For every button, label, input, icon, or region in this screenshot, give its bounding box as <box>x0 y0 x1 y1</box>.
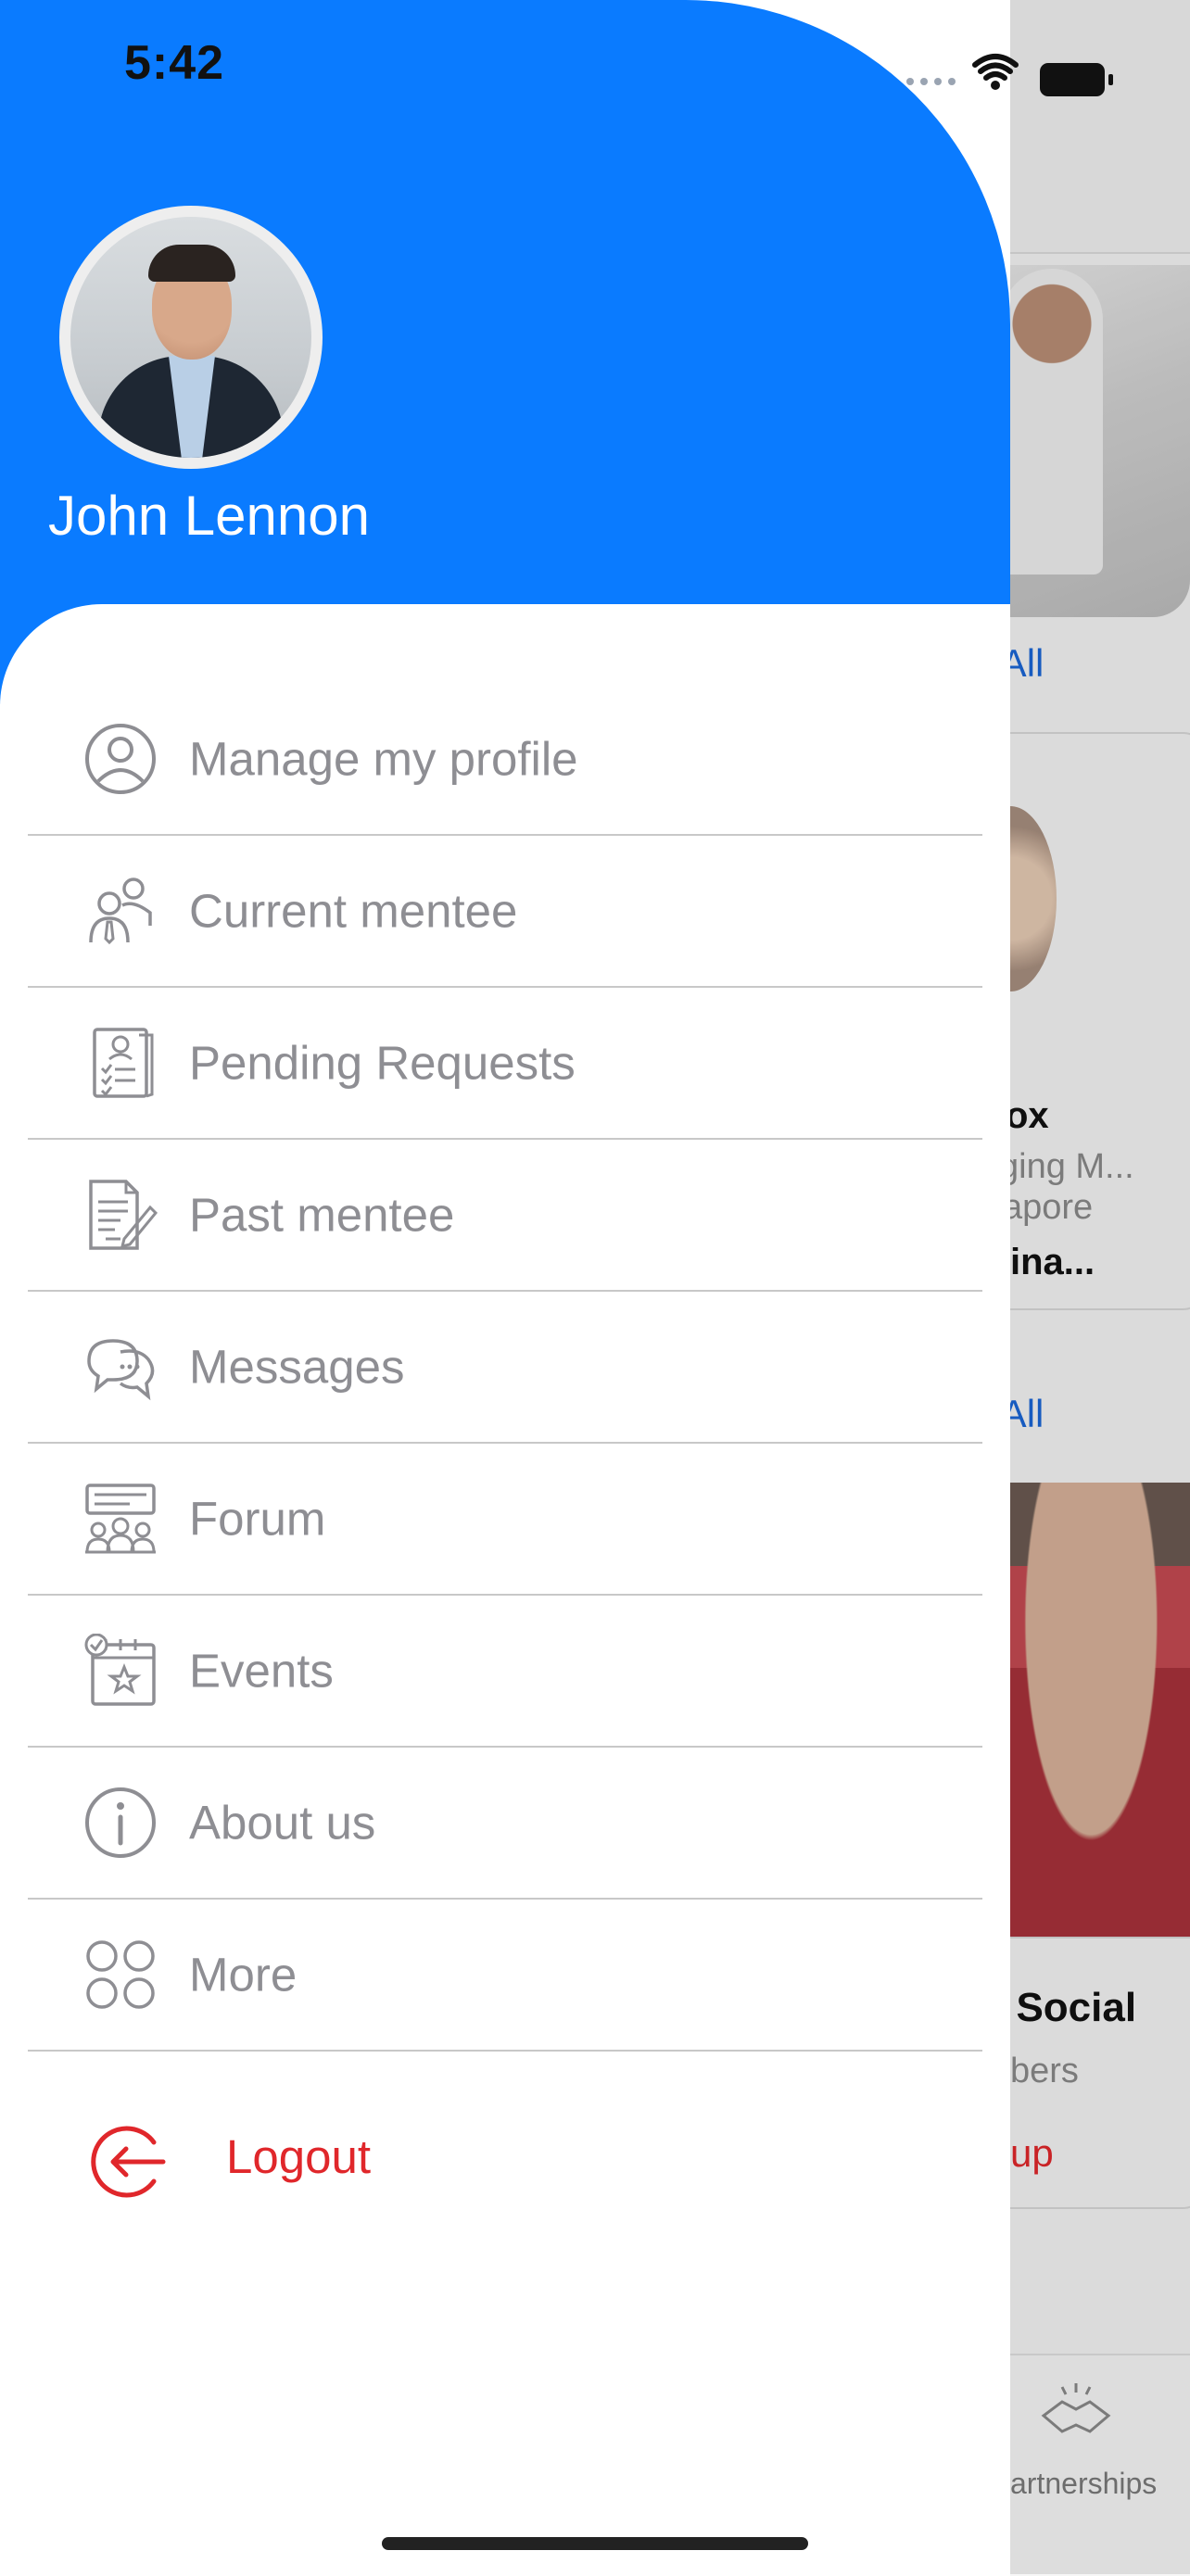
menu-item-label: Events <box>189 1644 334 1698</box>
menu-item-label: Forum <box>189 1492 326 1546</box>
grid-icon <box>86 1940 155 2009</box>
menu-item-pending-requests[interactable]: Pending Requests <box>28 988 982 1140</box>
menu-item-label: Current mentee <box>189 884 518 938</box>
side-drawer: 5:42 John Lennon Manage my profile Curre… <box>0 0 1113 2574</box>
document-edit-icon <box>89 1180 158 1250</box>
menu-item-label: Pending Requests <box>189 1036 576 1090</box>
menu-item-label: Messages <box>189 1340 405 1394</box>
menu-item-more[interactable]: More <box>28 1900 982 2052</box>
status-time: 5:42 <box>124 36 225 90</box>
logout-icon <box>91 2126 166 2198</box>
info-icon <box>85 1787 156 1858</box>
mentee-icon <box>89 878 152 945</box>
menu-item-about-us[interactable]: About us <box>28 1748 982 1900</box>
menu-item-label: More <box>189 1948 298 2001</box>
menu-item-forum[interactable]: Forum <box>28 1444 982 1596</box>
logout-label: Logout <box>226 2130 371 2183</box>
requests-icon <box>93 1028 154 1098</box>
home-indicator[interactable] <box>382 2537 808 2550</box>
menu-item-label: About us <box>189 1796 376 1850</box>
chat-icon <box>87 1339 155 1401</box>
forum-icon <box>85 1484 156 1554</box>
menu-item-messages[interactable]: Messages <box>28 1292 982 1444</box>
menu-item-events[interactable]: Events <box>28 1596 982 1748</box>
menu-item-label: Past mentee <box>189 1188 455 1242</box>
avatar[interactable] <box>70 217 311 458</box>
calendar-icon <box>84 1634 156 1706</box>
profile-icon <box>85 724 156 794</box>
menu-item-manage-profile[interactable]: Manage my profile <box>28 684 982 836</box>
menu-item-past-mentee[interactable]: Past mentee <box>28 1140 982 1292</box>
menu-item-label: Manage my profile <box>189 732 578 786</box>
menu-item-current-mentee[interactable]: Current mentee <box>28 836 982 988</box>
drawer-menu: Manage my profile Current mentee Pending… <box>28 684 982 2052</box>
logout-button[interactable]: Logout <box>89 2113 552 2205</box>
user-name: John Lennon <box>48 485 370 547</box>
status-icons <box>906 54 1113 96</box>
